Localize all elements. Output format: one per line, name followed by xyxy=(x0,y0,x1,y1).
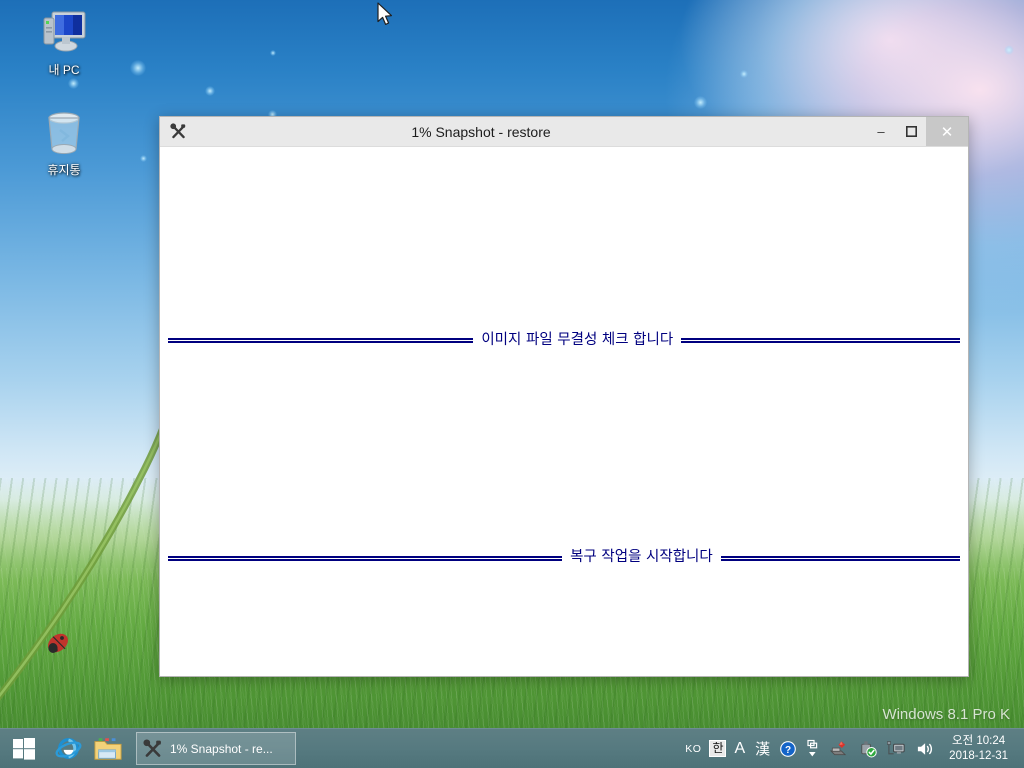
minimize-button[interactable]: – xyxy=(866,117,896,146)
desktop-icon-label: 휴지통 xyxy=(47,163,81,177)
taskbar-item-label: 1% Snapshot - re... xyxy=(170,741,273,756)
console-spacer xyxy=(166,613,962,660)
sky-bokeh xyxy=(140,155,147,162)
computer-icon xyxy=(22,8,106,60)
close-button[interactable]: ✕ xyxy=(926,117,968,146)
window-titlebar[interactable]: 1% Snapshot - restore – ✕ xyxy=(160,117,968,147)
clock-date: 2018-12-31 xyxy=(949,749,1008,762)
desktop-icon-label: 내 PC xyxy=(48,63,80,77)
tools-icon xyxy=(160,117,192,146)
trash-icon xyxy=(22,108,106,160)
network-icon[interactable] xyxy=(883,729,910,768)
taskbar-internet-explorer[interactable] xyxy=(48,729,88,768)
tray-help-icon[interactable]: ? xyxy=(776,729,800,768)
separator-integrity-check: 이미지 파일 무결성 체크 합니다 xyxy=(166,331,962,349)
sky-bokeh xyxy=(130,60,146,76)
sky-bokeh xyxy=(205,86,215,96)
taskbar-item-snapshot-restore[interactable]: 1% Snapshot - re... xyxy=(136,732,296,765)
removable-device-icon[interactable] xyxy=(825,729,852,768)
tray-ime-hangul[interactable]: 한 xyxy=(707,729,728,768)
restore-console-output: 이미지 파일 무결성 체크 합니다 복구 작업을 시작합니다 :::복구중 퍼센… xyxy=(160,147,968,676)
console-spacer xyxy=(166,457,962,488)
tray-language-indicator[interactable]: KO xyxy=(681,729,705,768)
maximize-button[interactable] xyxy=(896,117,926,146)
snapshot-restore-window[interactable]: 1% Snapshot - restore – ✕ 이미지 파일 무결성 체크 … xyxy=(159,116,969,677)
taskbar-file-explorer[interactable] xyxy=(88,729,128,768)
console-spacer xyxy=(166,395,962,426)
volume-icon[interactable] xyxy=(912,729,939,768)
mouse-cursor xyxy=(377,2,392,25)
tray-ime-hangul-box: 한 xyxy=(709,740,727,757)
taskbar[interactable]: 1% Snapshot - re... KO 한 A 漢 ? 오전 10:24 … xyxy=(0,728,1024,768)
folder-icon xyxy=(94,737,122,760)
console-spacer xyxy=(166,208,962,224)
windows-logo-icon xyxy=(13,737,35,760)
svg-text:?: ? xyxy=(785,745,791,756)
sky-bokeh xyxy=(740,70,748,78)
sky-bokeh xyxy=(68,78,79,89)
separator-rule-left xyxy=(168,337,474,343)
desktop[interactable]: 내 PC 휴지통 1% Snapshot - restore – ✕ 이미지 파… xyxy=(0,0,1024,768)
separator-label: 복구 작업을 시작합니다 xyxy=(570,549,713,566)
desktop-icon-my-pc[interactable]: 내 PC xyxy=(22,8,106,77)
separator-restore-start: 복구 작업을 시작합니다 xyxy=(166,550,962,566)
sky-bokeh xyxy=(270,50,276,56)
window-title: 1% Snapshot - restore xyxy=(411,123,551,140)
taskbar-clock[interactable]: 오전 10:24 2018-12-31 xyxy=(941,729,1018,768)
console-spacer xyxy=(166,255,962,271)
sky-bokeh xyxy=(1004,45,1014,55)
separator-label: 이미지 파일 무결성 체크 합니다 xyxy=(481,331,674,348)
tray-ime-hanja[interactable]: 漢 xyxy=(751,729,774,768)
tray-ime-alpha[interactable]: A xyxy=(730,729,749,768)
clock-time: 오전 10:24 xyxy=(952,734,1006,747)
start-button[interactable] xyxy=(0,729,48,768)
separator-rule-left xyxy=(168,555,563,561)
tools-icon xyxy=(143,738,161,757)
desktop-icon-recycle-bin[interactable]: 휴지통 xyxy=(22,108,106,177)
ie-icon xyxy=(55,738,81,759)
show-hidden-icons-button[interactable] xyxy=(802,729,823,768)
windows-activation-watermark: Windows 8.1 Pro K xyxy=(882,706,1010,723)
safely-remove-hardware-icon[interactable] xyxy=(854,729,881,768)
sky-bokeh xyxy=(694,96,707,109)
separator-rule-right xyxy=(681,337,960,343)
separator-rule-right xyxy=(720,555,960,561)
system-tray[interactable]: KO 한 A 漢 ? 오전 10:24 2018-12-31 xyxy=(681,729,1024,768)
